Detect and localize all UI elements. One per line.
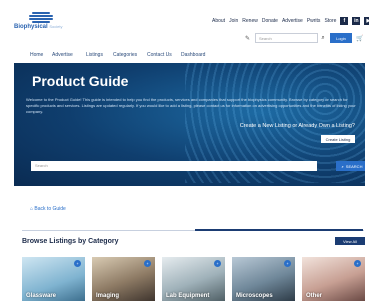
linkedin-icon[interactable]: in bbox=[352, 17, 361, 25]
nav-item-advertise[interactable]: Advertise bbox=[52, 52, 73, 58]
utility-link[interactable]: Advertise bbox=[282, 18, 303, 24]
utility-link[interactable]: Join bbox=[229, 18, 238, 24]
utility-link[interactable]: Renew bbox=[242, 18, 258, 24]
site-header: Biophysical Society About Join Renew Don… bbox=[0, 0, 369, 44]
category-card-other[interactable]: + Other bbox=[302, 257, 365, 301]
utility-link[interactable]: Store bbox=[324, 18, 336, 24]
category-label: Imaging bbox=[96, 293, 120, 299]
category-card-glassware[interactable]: + Glassware bbox=[22, 257, 85, 301]
home-icon: ⌂ bbox=[30, 206, 34, 212]
create-listing-button[interactable]: Create Listing bbox=[321, 135, 355, 143]
category-cards: + Glassware + Imaging + Lab Equipment + … bbox=[22, 257, 368, 301]
nav-item-listings[interactable]: Listings bbox=[86, 52, 103, 58]
category-count-badge: + bbox=[284, 260, 291, 267]
browse-heading: Browse Listings by Category bbox=[22, 238, 119, 245]
category-count-badge: + bbox=[354, 260, 361, 267]
category-card-microscopes[interactable]: + Microscopes bbox=[232, 257, 295, 301]
logo-mark-icon bbox=[28, 11, 54, 23]
utility-nav: About Join Renew Donate Advertise Pwrits… bbox=[212, 16, 369, 26]
search-icon[interactable]: ⌕ bbox=[319, 33, 327, 43]
back-link[interactable]: ⌂ Back to Guide bbox=[30, 206, 66, 212]
view-all-button[interactable]: View All bbox=[335, 237, 365, 245]
utility-link[interactable]: About bbox=[212, 18, 225, 24]
category-card-lab-equipment[interactable]: + Lab Equipment bbox=[162, 257, 225, 301]
guide-search-input[interactable]: Search bbox=[31, 161, 317, 171]
guide-search-button[interactable]: ⌕ SEARCH bbox=[336, 161, 365, 171]
nav-item-categories[interactable]: Categories bbox=[113, 52, 137, 58]
hero-banner: Product Guide Welcome to the Product Gui… bbox=[14, 63, 365, 186]
category-card-imaging[interactable]: + Imaging bbox=[92, 257, 155, 301]
main-nav: Home Advertise Listings Categories Conta… bbox=[0, 48, 369, 64]
utility-link[interactable]: Pwrits bbox=[307, 18, 321, 24]
utility-link[interactable]: Donate bbox=[262, 18, 278, 24]
category-label: Glassware bbox=[26, 293, 57, 299]
category-label: Microscopes bbox=[236, 293, 273, 299]
nav-item-home[interactable]: Home bbox=[30, 52, 43, 58]
nav-item-contact[interactable]: Contact Us bbox=[147, 52, 172, 58]
category-label: Other bbox=[306, 293, 323, 299]
category-count-badge: + bbox=[214, 260, 221, 267]
logo-text: Biophysical Society bbox=[14, 24, 63, 30]
category-count-badge: + bbox=[74, 260, 81, 267]
hero-description: Welcome to the Product Guide! This guide… bbox=[26, 97, 356, 114]
site-logo[interactable]: Biophysical Society bbox=[14, 11, 74, 33]
edit-icon[interactable]: ✎ bbox=[245, 35, 253, 43]
section-divider-accent bbox=[195, 229, 363, 231]
facebook-icon[interactable]: f bbox=[340, 17, 349, 25]
login-button[interactable]: Login bbox=[330, 33, 352, 43]
search-button-label: SEARCH bbox=[345, 163, 363, 169]
category-label: Lab Equipment bbox=[166, 293, 210, 299]
header-search-input[interactable]: Search bbox=[255, 33, 318, 43]
search-icon: ⌕ bbox=[341, 163, 344, 169]
category-count-badge: + bbox=[144, 260, 151, 267]
listing-cta-text: Create a New Listing or Already Own a Li… bbox=[239, 123, 355, 129]
nav-item-dashboard[interactable]: Dashboard bbox=[181, 52, 205, 58]
youtube-icon[interactable]: ▶ bbox=[364, 17, 369, 25]
cart-icon[interactable]: 🛒 bbox=[355, 33, 365, 43]
page-title: Product Guide bbox=[32, 73, 129, 89]
